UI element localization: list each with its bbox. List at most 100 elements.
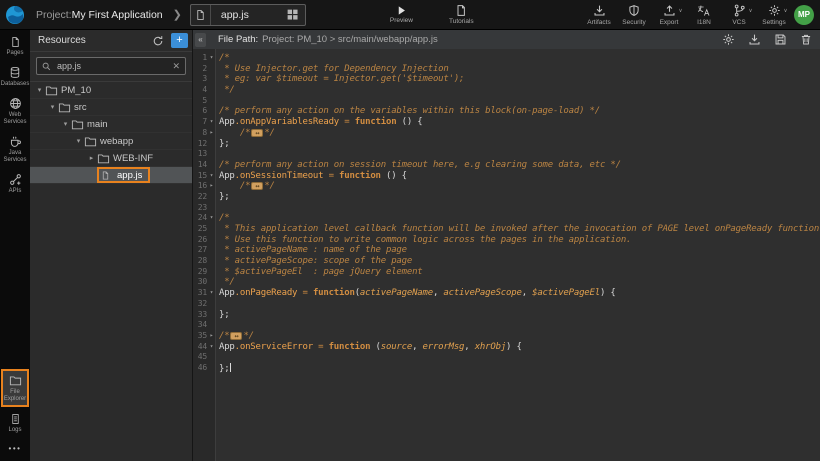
project-name: My First Application <box>72 9 163 21</box>
topbar-action-vcs[interactable]: ∨VCS <box>727 4 751 26</box>
code-text[interactable] <box>216 96 219 107</box>
fold-widget-icon[interactable]: ↔ <box>230 332 242 340</box>
sidebar-item-databases[interactable]: Databases <box>0 61 30 92</box>
code-text[interactable] <box>216 299 219 310</box>
collapse-panel-icon[interactable]: « <box>195 33 206 47</box>
page-icon <box>10 35 21 48</box>
code-text[interactable]: * eg: var $timeout = Injector.get('$time… <box>216 74 464 85</box>
code-text[interactable]: * activePageName : name of the page <box>216 245 407 256</box>
topbar-action-artifacts[interactable]: Artifacts <box>587 4 611 26</box>
tree-item-src[interactable]: ▾src <box>30 99 192 116</box>
code-text[interactable] <box>216 352 219 363</box>
code-text[interactable]: App.onPageReady = function(activePageNam… <box>216 288 616 299</box>
fold-open-icon[interactable]: ▾ <box>207 171 216 182</box>
avatar[interactable]: MP <box>794 5 814 25</box>
code-text[interactable] <box>216 149 219 160</box>
code-text[interactable]: */ <box>216 85 235 96</box>
code-text[interactable]: /*↔*/ <box>216 128 275 139</box>
code-text[interactable] <box>216 320 219 331</box>
code-line: 24▾/* <box>193 213 820 224</box>
tab-app-js[interactable]: app.js <box>190 4 306 26</box>
fold-spacer <box>207 74 216 85</box>
code-text[interactable]: App.onServiceError = function (source, e… <box>216 342 522 353</box>
code-line: 28 * activePageScope: scope of the page <box>193 256 820 267</box>
tree-item-main[interactable]: ▾main <box>30 116 192 133</box>
grid-icon[interactable] <box>286 8 300 22</box>
fold-closed-icon[interactable]: ▸ <box>207 331 216 342</box>
line-number: 28 <box>193 256 207 267</box>
code-text[interactable]: }; <box>216 139 229 150</box>
wavemaker-logo-icon[interactable] <box>0 0 30 30</box>
chevron-down-icon[interactable]: ▾ <box>47 103 58 111</box>
fold-open-icon[interactable]: ▾ <box>207 288 216 299</box>
sidebar-item-pages[interactable]: Pages <box>0 30 30 61</box>
search-box[interactable]: ✕ <box>36 57 186 75</box>
add-resource-button[interactable]: + <box>171 33 188 48</box>
code-text[interactable]: * This application level callback functi… <box>216 224 820 235</box>
chevron-right-icon: ❯ <box>173 8 182 21</box>
fold-widget-icon[interactable]: ↔ <box>251 182 263 190</box>
globe-icon <box>9 97 22 110</box>
topbar-action-settings[interactable]: ∨Settings <box>762 4 786 26</box>
code-text[interactable]: }; <box>216 363 231 374</box>
tree-item-app-js[interactable]: app.js <box>30 167 192 184</box>
code-text[interactable]: App.onSessionTimeout = function () { <box>216 171 407 182</box>
search-input[interactable] <box>55 60 172 72</box>
code-text[interactable]: /* perform any action on the variables w… <box>216 106 600 117</box>
code-content[interactable]: 1▾/*2 * Use Injector.get for Dependency … <box>193 53 820 374</box>
line-number: 34 <box>193 320 207 331</box>
code-text[interactable]: App.onAppVariablesReady = function () { <box>216 117 423 128</box>
fold-closed-icon[interactable]: ▸ <box>207 128 216 139</box>
search-icon <box>42 62 51 71</box>
code-text[interactable]: /* <box>216 213 229 224</box>
code-text[interactable]: /*↔*/ <box>216 331 254 342</box>
code-text[interactable]: * Use this function to write common logi… <box>216 235 631 246</box>
fold-open-icon[interactable]: ▾ <box>207 213 216 224</box>
delete-file-icon[interactable] <box>800 33 812 46</box>
code-text[interactable]: * $activePageEl : page jQuery element <box>216 267 423 278</box>
more-options-icon[interactable]: ••• <box>9 438 22 459</box>
preview-button[interactable]: Preview <box>390 5 413 24</box>
fold-widget-icon[interactable]: ↔ <box>251 129 263 137</box>
chevron-down-icon[interactable]: ▾ <box>34 86 45 94</box>
tutorials-button[interactable]: Tutorials <box>449 4 474 25</box>
code-text[interactable]: /* perform any action on session timeout… <box>216 160 621 171</box>
fold-open-icon[interactable]: ▾ <box>207 117 216 128</box>
code-text[interactable]: }; <box>216 192 229 203</box>
code-text[interactable] <box>216 203 219 214</box>
code-text[interactable]: * activePageScope: scope of the page <box>216 256 412 267</box>
sidebar-item-logs[interactable]: Logs <box>0 407 30 438</box>
tree-item-pm-10[interactable]: ▾PM_10 <box>30 82 192 99</box>
topbar-action-export[interactable]: ∨Export <box>657 4 681 26</box>
chevron-down-icon[interactable]: ▾ <box>60 120 71 128</box>
save-file-icon[interactable] <box>774 33 787 46</box>
code-text[interactable]: }; <box>216 310 229 321</box>
code-text[interactable]: /*↔*/ <box>216 181 275 192</box>
sidebar-item-file-explorer[interactable]: File Explorer <box>1 369 29 407</box>
sidebar-item-apis[interactable]: APIs <box>0 168 30 199</box>
code-text[interactable]: /* <box>216 53 229 64</box>
chevron-right-icon[interactable]: ▸ <box>86 154 97 162</box>
topbar-action-i18n[interactable]: I18N <box>692 4 716 26</box>
tree-item-web-inf[interactable]: ▸WEB-INF <box>30 150 192 167</box>
sidebar-item-web-services[interactable]: Web Services <box>0 92 30 130</box>
line-number: 16 <box>193 181 207 192</box>
clear-search-icon[interactable]: ✕ <box>172 61 180 72</box>
topbar-action-security[interactable]: Security <box>622 4 646 26</box>
code-text[interactable]: * Use Injector.get for Dependency Inject… <box>216 64 449 75</box>
fold-spacer <box>207 149 216 160</box>
line-number: 26 <box>193 235 207 246</box>
refresh-icon[interactable] <box>150 33 166 49</box>
settings-gear-icon[interactable] <box>722 33 735 46</box>
tree-item-webapp[interactable]: ▾webapp <box>30 133 192 150</box>
download-file-icon[interactable] <box>748 33 761 46</box>
fold-closed-icon[interactable]: ▸ <box>207 181 216 192</box>
fold-open-icon[interactable]: ▾ <box>207 53 216 64</box>
code-text[interactable]: */ <box>216 277 235 288</box>
chevron-down-icon[interactable]: ▾ <box>73 137 84 145</box>
editor-body[interactable]: 1▾/*2 * Use Injector.get for Dependency … <box>193 49 820 461</box>
sidebar-bottom-items: File ExplorerLogs••• <box>0 369 30 459</box>
fold-open-icon[interactable]: ▾ <box>207 342 216 353</box>
sidebar-item-java-services[interactable]: Java Services <box>0 130 30 168</box>
fold-spacer <box>207 256 216 267</box>
